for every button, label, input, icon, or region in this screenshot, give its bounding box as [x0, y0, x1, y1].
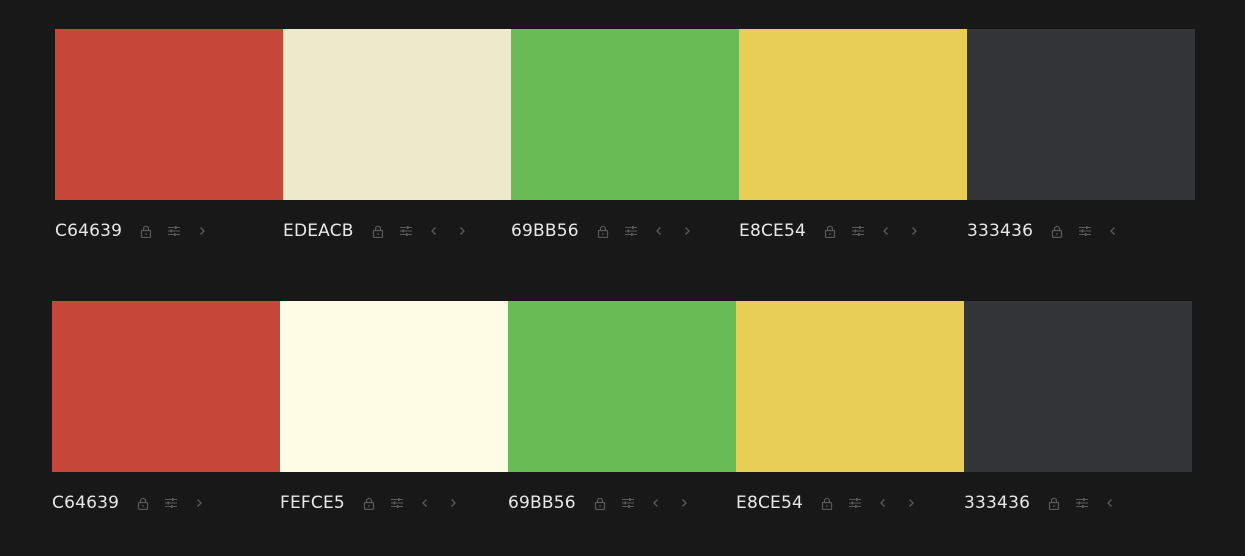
hex-code[interactable]: C64639 — [52, 493, 119, 513]
swatch-tools — [138, 223, 210, 239]
lock-icon[interactable] — [361, 495, 377, 511]
chevron-left-icon[interactable] — [648, 495, 664, 511]
color-swatch[interactable] — [283, 29, 511, 200]
chevron-left-icon[interactable] — [417, 495, 433, 511]
palette-adjusted: C64639 FEFCE5 69BB56 E8CE54 333436 — [52, 301, 1192, 515]
color-swatch[interactable] — [280, 301, 508, 472]
label-row: C64639 FEFCE5 69BB56 E8CE54 333436 — [52, 491, 1192, 515]
lock-icon[interactable] — [1049, 223, 1065, 239]
chevron-right-icon[interactable] — [454, 223, 470, 239]
chevron-left-icon[interactable] — [1105, 223, 1121, 239]
hex-code[interactable]: C64639 — [55, 221, 122, 241]
color-swatch[interactable] — [55, 29, 283, 200]
sliders-icon[interactable] — [389, 495, 405, 511]
sliders-icon[interactable] — [398, 223, 414, 239]
chevron-left-icon[interactable] — [651, 223, 667, 239]
swatch-label: C64639 — [52, 491, 280, 515]
swatch-tools — [592, 495, 692, 511]
sliders-icon[interactable] — [623, 223, 639, 239]
lock-icon[interactable] — [822, 223, 838, 239]
swatch-tools — [370, 223, 470, 239]
swatch-tools — [361, 495, 461, 511]
color-swatch[interactable] — [739, 29, 967, 200]
hex-code[interactable]: E8CE54 — [739, 221, 806, 241]
swatch-tools — [1049, 223, 1121, 239]
swatch-label: EDEACB — [283, 219, 511, 243]
swatch-tools — [819, 495, 919, 511]
chevron-right-icon[interactable] — [679, 223, 695, 239]
chevron-left-icon[interactable] — [878, 223, 894, 239]
chevron-left-icon[interactable] — [875, 495, 891, 511]
hex-code[interactable]: EDEACB — [283, 221, 354, 241]
sliders-icon[interactable] — [1077, 223, 1093, 239]
chevron-right-icon[interactable] — [903, 495, 919, 511]
swatch-row — [55, 29, 1195, 200]
swatch-label: 333436 — [967, 219, 1195, 243]
sliders-icon[interactable] — [850, 223, 866, 239]
hex-code[interactable]: 69BB56 — [508, 493, 576, 513]
lock-icon[interactable] — [819, 495, 835, 511]
sliders-icon[interactable] — [166, 223, 182, 239]
swatch-tools — [135, 495, 207, 511]
swatch-label: 69BB56 — [511, 219, 739, 243]
lock-icon[interactable] — [370, 223, 386, 239]
lock-icon[interactable] — [592, 495, 608, 511]
chevron-left-icon[interactable] — [1102, 495, 1118, 511]
swatch-label: FEFCE5 — [280, 491, 508, 515]
swatch-label: E8CE54 — [736, 491, 964, 515]
sliders-icon[interactable] — [847, 495, 863, 511]
color-swatch[interactable] — [52, 301, 280, 472]
color-swatch[interactable] — [967, 29, 1195, 200]
swatch-label: E8CE54 — [739, 219, 967, 243]
hex-code[interactable]: FEFCE5 — [280, 493, 345, 513]
sliders-icon[interactable] — [163, 495, 179, 511]
swatch-label: C64639 — [55, 219, 283, 243]
hex-code[interactable]: 69BB56 — [511, 221, 579, 241]
color-swatch[interactable] — [964, 301, 1192, 472]
hex-code[interactable]: 333436 — [964, 493, 1030, 513]
label-row: C64639 EDEACB 69BB56 E8CE54 333436 — [55, 219, 1195, 243]
swatch-tools — [595, 223, 695, 239]
color-swatch[interactable] — [511, 29, 739, 200]
hex-code[interactable]: 333436 — [967, 221, 1033, 241]
swatch-tools — [1046, 495, 1118, 511]
chevron-right-icon[interactable] — [445, 495, 461, 511]
lock-icon[interactable] — [1046, 495, 1062, 511]
lock-icon[interactable] — [135, 495, 151, 511]
swatch-row — [52, 301, 1192, 472]
hex-code[interactable]: E8CE54 — [736, 493, 803, 513]
color-swatch[interactable] — [508, 301, 736, 472]
chevron-right-icon[interactable] — [906, 223, 922, 239]
chevron-right-icon[interactable] — [676, 495, 692, 511]
color-swatch[interactable] — [736, 301, 964, 472]
sliders-icon[interactable] — [1074, 495, 1090, 511]
palette-original: C64639 EDEACB 69BB56 E8CE54 333436 — [55, 29, 1195, 243]
lock-icon[interactable] — [138, 223, 154, 239]
sliders-icon[interactable] — [620, 495, 636, 511]
chevron-left-icon[interactable] — [426, 223, 442, 239]
lock-icon[interactable] — [595, 223, 611, 239]
swatch-label: 69BB56 — [508, 491, 736, 515]
swatch-tools — [822, 223, 922, 239]
swatch-label: 333436 — [964, 491, 1192, 515]
chevron-right-icon[interactable] — [191, 495, 207, 511]
chevron-right-icon[interactable] — [194, 223, 210, 239]
